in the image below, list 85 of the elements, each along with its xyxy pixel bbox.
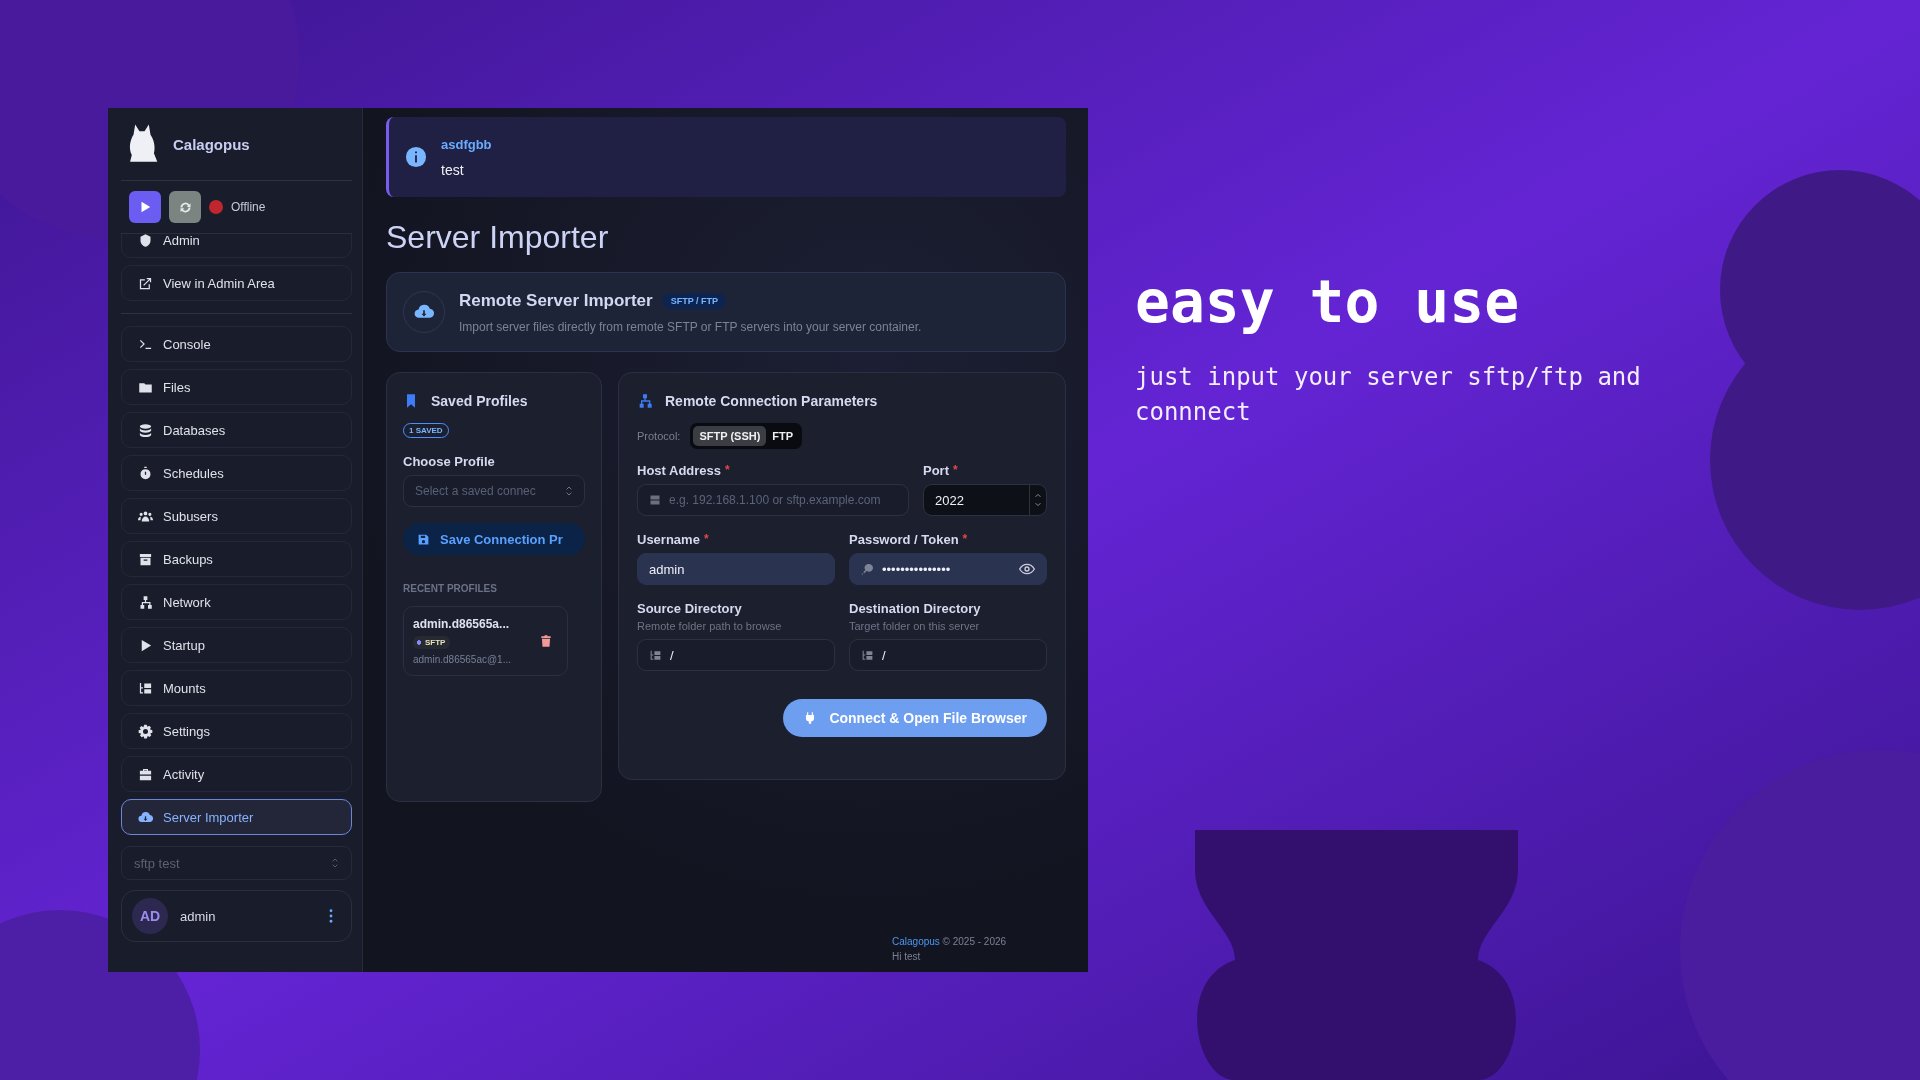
- sidebar-item[interactable]: Backups: [121, 541, 352, 577]
- required-mark: *: [703, 532, 709, 547]
- sidebar-item[interactable]: Startup: [121, 627, 352, 663]
- directory-field[interactable]: /: [849, 639, 1047, 671]
- required-mark: *: [725, 463, 730, 478]
- card-title: Remote Connection Parameters: [665, 393, 878, 409]
- directory-field[interactable]: /: [637, 639, 835, 671]
- folder-tree-icon: [138, 680, 153, 696]
- sidebar-item[interactable]: Subusers: [121, 498, 352, 534]
- sidebar-item[interactable]: Console: [121, 326, 352, 362]
- sidebar-item[interactable]: Server Importer: [121, 799, 352, 835]
- protocol-tag: SFTP: [413, 636, 451, 649]
- folder-tree-icon: [649, 648, 662, 662]
- info-icon: [405, 146, 427, 168]
- protocol-option[interactable]: SFTP (SSH): [693, 426, 767, 446]
- database-icon: [138, 422, 153, 438]
- network-icon: [138, 594, 153, 610]
- hero-description: Import server files directly from remote SFTP or FTP servers into your server container.: [459, 319, 922, 334]
- port-field[interactable]: 2022: [923, 484, 1047, 516]
- password-field[interactable]: •••••••••••••••: [849, 553, 1047, 585]
- promo-subtitle: just input your server sftp/ftp and connnect: [1135, 362, 1642, 428]
- trash-icon[interactable]: [539, 633, 553, 649]
- footer-note: Hi test: [892, 951, 922, 962]
- status-dot: [209, 200, 223, 214]
- protocol-label: Protocol:: [637, 430, 681, 442]
- profile-name: admin.d86565a...: [413, 617, 511, 631]
- field-label: Host Address: [637, 463, 722, 478]
- field-hint: Remote folder path to browse: [637, 620, 783, 632]
- brand-name: Calagopus: [173, 135, 250, 153]
- server-status: Offline: [231, 200, 266, 214]
- field-label: Username: [637, 532, 700, 547]
- profile-detail: admin.d86565ac@1...: [413, 654, 512, 665]
- field-label: Source Directory: [637, 601, 742, 616]
- briefcase-icon: [138, 766, 153, 782]
- sidebar-item[interactable]: Schedules: [121, 455, 352, 491]
- sidebar-item[interactable]: Mounts: [121, 670, 352, 706]
- footer-link[interactable]: Calagopus: [892, 936, 940, 947]
- hero-title: Remote Server Importer: [459, 290, 653, 311]
- protocol-badge: SFTP / FTP: [662, 292, 727, 309]
- alert-message: test: [441, 161, 465, 178]
- user-name: admin: [180, 908, 217, 924]
- folder-tree-icon: [861, 648, 874, 662]
- server-icon: [649, 494, 661, 506]
- archive-icon: [138, 551, 153, 567]
- field-label: Destination Directory: [849, 601, 981, 616]
- save-profile-button[interactable]: Save Connection Pr: [403, 523, 585, 555]
- network-icon: [637, 393, 653, 409]
- eye-icon[interactable]: [1019, 561, 1035, 577]
- save-icon: [417, 532, 430, 546]
- page-title: Server Importer: [386, 219, 610, 256]
- card-title: Saved Profiles: [431, 393, 528, 409]
- start-button[interactable]: [129, 191, 161, 223]
- sidebar-item[interactable]: Settings: [121, 713, 352, 749]
- field-label: Port: [923, 463, 949, 478]
- stepper-icon[interactable]: [1034, 491, 1042, 509]
- chevron-icon: [331, 857, 339, 869]
- cloud-download-icon: [138, 809, 153, 825]
- profile-card[interactable]: admin.d86565a... SFTP admin.d86565ac@1...: [403, 606, 568, 676]
- copyright: © 2025 - 2026: [942, 936, 1007, 947]
- promo-headline: easy to use: [1135, 268, 1521, 336]
- section-heading: RECENT PROFILES: [403, 583, 498, 594]
- settings-icon: [138, 723, 153, 739]
- stopwatch-icon: [138, 465, 153, 481]
- avatar: AD: [132, 898, 168, 934]
- chevron-icon: [565, 485, 573, 497]
- sidebar-item[interactable]: Files: [121, 369, 352, 405]
- sidebar-item[interactable]: Network: [121, 584, 352, 620]
- protocol-option[interactable]: FTP: [766, 426, 800, 446]
- required-mark: *: [962, 532, 968, 547]
- alert-title: asdfgbb: [441, 136, 492, 152]
- field-label: Password / Token: [849, 532, 959, 547]
- field-label: Choose Profile: [403, 454, 496, 469]
- restart-button[interactable]: [169, 191, 201, 223]
- sidebar-item[interactable]: View in Admin Area: [121, 265, 352, 301]
- field-hint: Target folder on this server: [849, 620, 981, 632]
- shield-icon: [138, 234, 153, 248]
- user-card[interactable]: AD admin: [121, 890, 352, 942]
- sidebar-item[interactable]: Admin: [121, 234, 352, 258]
- sidebar-item[interactable]: Activity: [121, 756, 352, 792]
- sidebar-item[interactable]: Databases: [121, 412, 352, 448]
- key-icon: [861, 562, 874, 576]
- external-link-icon: [138, 275, 153, 291]
- required-mark: *: [953, 463, 958, 478]
- more-icon[interactable]: [329, 909, 333, 923]
- username-field[interactable]: admin: [637, 553, 835, 585]
